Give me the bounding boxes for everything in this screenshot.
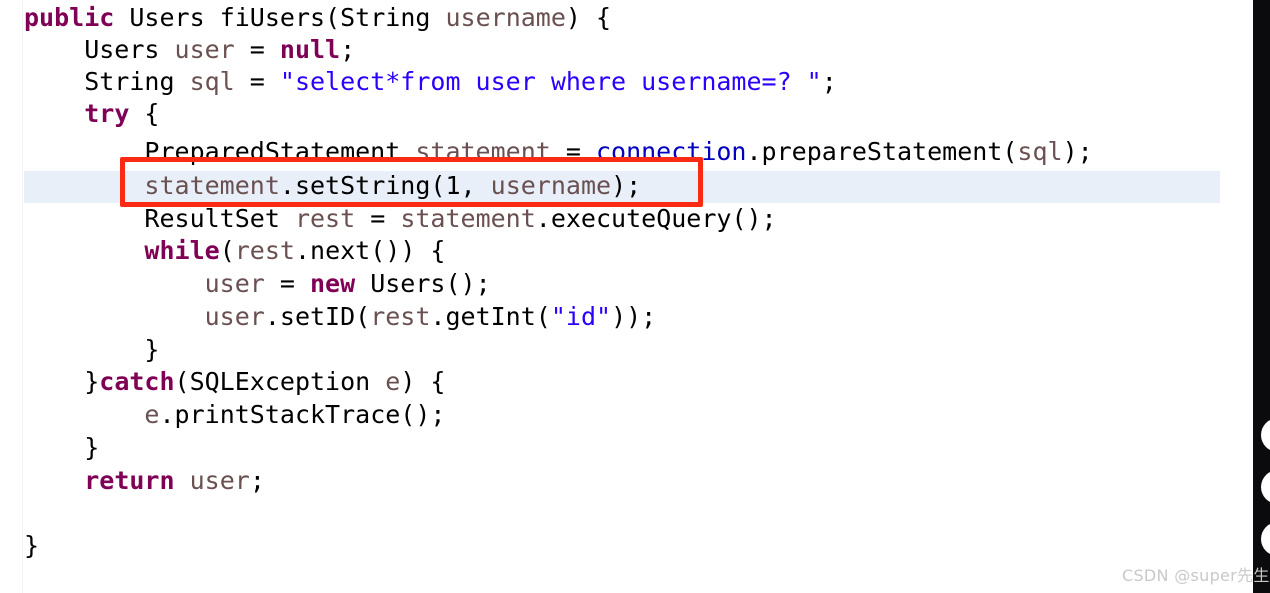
- edge-circle-3: [1261, 522, 1270, 556]
- csdn-watermark: CSDN @super先生: [1122, 566, 1270, 585]
- code-line[interactable]: user = new Users();: [24, 268, 491, 300]
- code-line[interactable]: }: [24, 334, 159, 366]
- code-line[interactable]: while(rest.next()) {: [24, 235, 445, 267]
- code-token: Users();: [355, 269, 491, 298]
- code-line[interactable]: e.printStackTrace();: [24, 399, 445, 431]
- code-token: .prepareStatement(: [746, 137, 1018, 166]
- code-token: (SQLException: [174, 367, 386, 396]
- code-token: .setID(: [264, 302, 371, 331]
- code-token: =: [234, 67, 280, 96]
- code-token: catch: [99, 367, 175, 396]
- code-token: e: [385, 367, 401, 396]
- code-token: new: [310, 269, 356, 298]
- code-token: user: [189, 466, 250, 495]
- code-token: user: [204, 269, 265, 298]
- code-line[interactable]: }: [24, 432, 99, 464]
- code-token: try: [84, 99, 130, 128]
- edge-circle-2: [1261, 470, 1270, 504]
- code-token: );: [1062, 137, 1093, 166]
- code-token: (: [219, 236, 235, 265]
- code-token: e: [144, 400, 160, 429]
- code-token: =: [355, 204, 401, 233]
- code-token: return: [84, 466, 175, 495]
- code-token: "select*from user where username=? ": [279, 67, 822, 96]
- code-line[interactable]: public Users fiUsers(String username) {: [24, 2, 611, 34]
- code-token: user: [174, 35, 235, 64]
- code-token: =: [234, 35, 280, 64]
- red-annotation-rectangle: [120, 157, 703, 207]
- code-token: username: [445, 3, 566, 32]
- code-line[interactable]: [24, 497, 39, 529]
- code-token: ;: [340, 35, 356, 64]
- code-token: .executeQuery();: [535, 204, 777, 233]
- code-line[interactable]: String sql = "select*from user where use…: [24, 66, 837, 98]
- code-line[interactable]: Users user = null;: [24, 34, 355, 66]
- code-token: String: [24, 67, 190, 96]
- code-line[interactable]: try {: [24, 98, 159, 130]
- screenshot-root: public Users fiUsers(String username) { …: [0, 0, 1270, 593]
- code-token: ) {: [400, 367, 446, 396]
- code-token: ;: [249, 466, 265, 495]
- code-token: =: [264, 269, 310, 298]
- code-token: String: [340, 3, 431, 32]
- code-line[interactable]: }catch(SQLException e) {: [24, 366, 445, 398]
- code-token: ;: [821, 67, 837, 96]
- code-line[interactable]: user.setID(rest.getInt("id"));: [24, 301, 657, 333]
- code-token: .getInt(: [430, 302, 551, 331]
- code-token: user: [204, 302, 265, 331]
- code-token: Users: [24, 35, 175, 64]
- code-token: rest: [234, 236, 295, 265]
- code-token: public: [24, 3, 115, 32]
- code-token: {: [129, 99, 160, 128]
- code-token: statement: [400, 204, 536, 233]
- code-token: while: [144, 236, 220, 265]
- code-token: sql: [189, 67, 235, 96]
- edge-circle-1: [1261, 418, 1270, 452]
- code-line[interactable]: return user;: [24, 465, 265, 497]
- code-line[interactable]: ResultSet rest = statement.executeQuery(…: [24, 203, 777, 235]
- code-token: .next()) {: [294, 236, 446, 265]
- code-token: .printStackTrace();: [159, 400, 446, 429]
- code-token: }: [24, 335, 160, 364]
- right-edge-dark-strip: [1253, 0, 1270, 593]
- code-token: fiUsers(: [204, 3, 341, 32]
- code-token: ResultSet: [24, 204, 295, 233]
- code-line[interactable]: }: [24, 530, 39, 562]
- code-token: "id": [550, 302, 612, 331]
- code-token: }: [24, 367, 100, 396]
- code-token: }: [24, 433, 100, 462]
- code-token: rest: [294, 204, 356, 233]
- code-token: ) {: [565, 3, 612, 32]
- code-token: sql: [1017, 137, 1063, 166]
- code-token: }: [24, 531, 40, 560]
- code-token: null: [279, 35, 341, 64]
- code-token: Users: [129, 3, 205, 32]
- code-editor-surface[interactable]: public Users fiUsers(String username) { …: [0, 0, 1270, 593]
- code-token: rest: [370, 302, 431, 331]
- code-token: ));: [611, 302, 657, 331]
